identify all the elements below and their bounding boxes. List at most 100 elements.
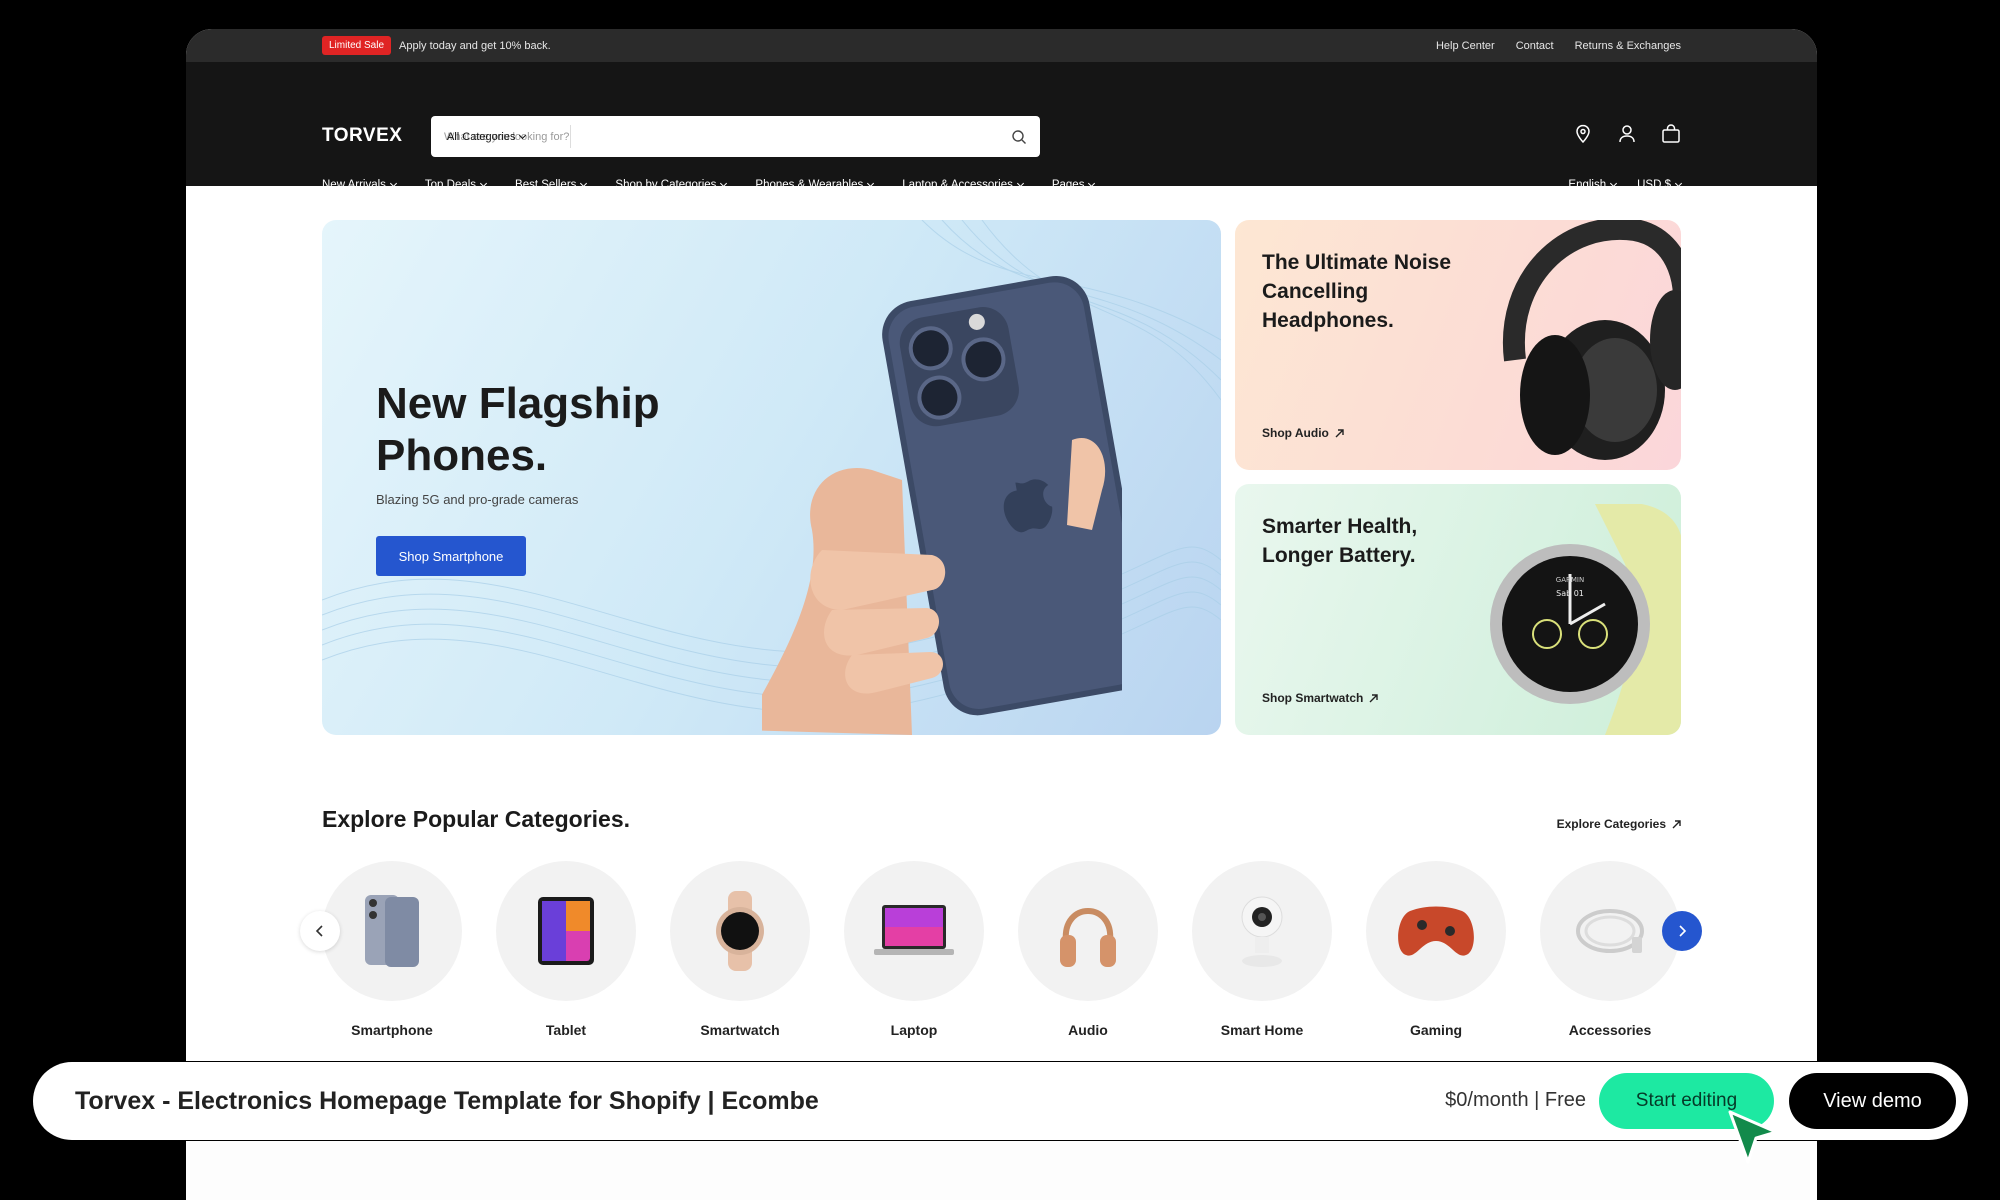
announcement-bar: Limited Sale Apply today and get 10% bac…	[186, 29, 1817, 62]
category-smart-home[interactable]: Smart Home	[1192, 861, 1332, 1038]
category-label: Smartwatch	[700, 1022, 780, 1038]
promo-title-line: Headphones.	[1262, 309, 1394, 332]
shop-audio-label: Shop Audio	[1262, 426, 1329, 440]
category-image	[1366, 861, 1506, 1001]
promo-smartwatch[interactable]: Smarter Health, Longer Battery. Shop Sma…	[1235, 484, 1681, 735]
shop-smartwatch-link[interactable]: Shop Smartwatch	[1262, 691, 1379, 705]
promo-title-line: Longer Battery.	[1262, 544, 1416, 567]
nav-label: Shop by Categories	[615, 179, 717, 191]
category-image	[322, 861, 462, 1001]
carousel-prev-button[interactable]	[300, 911, 340, 951]
category-label: Laptop	[890, 1022, 938, 1038]
cursor-pointer-icon	[1728, 1110, 1778, 1164]
hero-title-line1: New Flagship	[376, 379, 660, 428]
category-select-label: All Categories	[447, 130, 516, 143]
nav-label: Laptop & Accessories	[902, 179, 1013, 191]
category-image	[1018, 861, 1158, 1001]
hero-title: New Flagship Phones.	[376, 378, 660, 482]
nav-pages[interactable]: Pages	[1051, 179, 1096, 191]
chevron-down-icon	[1088, 179, 1096, 188]
hero-title-line2: Phones.	[376, 431, 548, 480]
category-laptop[interactable]: Laptop	[844, 861, 984, 1038]
chevron-left-icon	[315, 925, 323, 937]
category-tablet[interactable]: Tablet	[496, 861, 636, 1038]
category-label: Accessories	[1568, 1022, 1652, 1038]
promo-smartwatch-title: Smarter Health, Longer Battery.	[1262, 512, 1417, 570]
chevron-down-icon	[720, 179, 728, 188]
explore-categories-link[interactable]: Explore Categories	[1557, 817, 1681, 831]
nav-laptop-accessories[interactable]: Laptop & Accessories	[902, 179, 1024, 191]
category-image	[844, 861, 984, 1001]
category-select[interactable]: All Categories	[431, 125, 571, 148]
nav-new-arrivals[interactable]: New Arrivals	[322, 179, 397, 191]
help-center-link[interactable]: Help Center	[1436, 40, 1495, 52]
chevron-down-icon	[580, 179, 588, 188]
location-icon[interactable]	[1573, 124, 1593, 144]
category-smartphone[interactable]: Smartphone	[322, 861, 462, 1038]
page-continuation	[186, 1140, 1817, 1200]
nav-top-deals[interactable]: Top Deals	[424, 179, 488, 191]
phone-in-hand-image	[762, 276, 1122, 735]
category-label: Audio	[1068, 1022, 1108, 1038]
category-image	[1192, 861, 1332, 1001]
logo[interactable]: TORVEX	[322, 125, 402, 147]
chevron-down-icon	[867, 179, 875, 188]
chevron-right-icon	[1679, 925, 1687, 937]
category-smartwatch[interactable]: Smartwatch	[670, 861, 810, 1038]
bag-icon[interactable]	[1661, 124, 1681, 144]
sale-badge: Limited Sale	[322, 36, 392, 55]
chevron-down-icon	[1610, 179, 1618, 188]
search-icon[interactable]	[998, 129, 1040, 145]
category-label: Smartphone	[351, 1022, 433, 1038]
hero-banner[interactable]: New Flagship Phones. Blazing 5G and pro-…	[322, 220, 1221, 735]
contact-link[interactable]: Contact	[1516, 40, 1554, 52]
category-audio[interactable]: Audio	[1018, 861, 1158, 1038]
promo-title-line: Smarter Health,	[1262, 515, 1418, 538]
promo-title-line: The Ultimate Noise	[1262, 251, 1452, 274]
smartwatch-image: GARMIN Sab 01	[1490, 504, 1681, 735]
promo-headphones[interactable]: The Ultimate Noise Cancelling Headphones…	[1235, 220, 1681, 470]
returns-link[interactable]: Returns & Exchanges	[1575, 40, 1681, 52]
chevron-down-icon	[1674, 179, 1683, 188]
promo-headphones-title: The Ultimate Noise Cancelling Headphones…	[1262, 248, 1451, 335]
category-image	[496, 861, 636, 1001]
chevron-down-icon	[389, 179, 397, 188]
nav-best-sellers[interactable]: Best Sellers	[515, 179, 588, 191]
nav-phones-wearables[interactable]: Phones & Wearables	[755, 179, 875, 191]
language-select[interactable]: English	[1568, 179, 1618, 191]
search-bar[interactable]: All Categories What are you looking for?	[431, 116, 1040, 157]
template-title: Torvex - Electronics Homepage Template f…	[75, 1087, 819, 1115]
chevron-down-icon	[519, 131, 527, 139]
language-label: English	[1568, 179, 1607, 191]
headphones-image	[1502, 220, 1681, 460]
nav-label: New Arrivals	[322, 179, 386, 191]
arrow-up-right-icon	[1672, 819, 1681, 828]
main-nav: New Arrivals Top Deals Best Sellers Shop…	[322, 179, 1683, 191]
watch-brand: GARMIN	[1556, 576, 1584, 584]
view-demo-button[interactable]: View demo	[1789, 1073, 1956, 1129]
nav-shop-by-categories[interactable]: Shop by Categories	[615, 179, 728, 191]
browser-frame: Limited Sale Apply today and get 10% bac…	[186, 29, 1817, 1200]
category-image	[1540, 861, 1680, 1001]
template-info-bar: Torvex - Electronics Homepage Template f…	[33, 1062, 1968, 1140]
watch-date: Sab 01	[1556, 589, 1584, 598]
categories-title: Explore Popular Categories.	[322, 806, 631, 832]
user-icon[interactable]	[1617, 124, 1637, 144]
carousel-next-button[interactable]	[1662, 911, 1702, 951]
category-gaming[interactable]: Gaming	[1366, 861, 1506, 1038]
shop-audio-link[interactable]: Shop Audio	[1262, 426, 1344, 440]
nav-label: Top Deals	[424, 179, 477, 191]
nav-label: Pages	[1051, 179, 1085, 191]
currency-label: USD $	[1637, 179, 1671, 191]
arrow-up-right-icon	[1335, 428, 1344, 437]
category-label: Tablet	[545, 1022, 587, 1038]
shop-smartwatch-label: Shop Smartwatch	[1262, 691, 1364, 705]
currency-select[interactable]: USD $	[1637, 179, 1683, 191]
main-header: TORVEX All Categories What are you looki…	[186, 62, 1817, 191]
explore-categories-label: Explore Categories	[1556, 817, 1666, 831]
promo-title-line: Cancelling	[1262, 280, 1369, 303]
announcement-text: Apply today and get 10% back.	[399, 39, 551, 52]
category-accessories[interactable]: Accessories	[1540, 861, 1680, 1038]
template-price: $0/month | Free	[1445, 1089, 1586, 1111]
shop-smartphone-button[interactable]: Shop Smartphone	[376, 536, 526, 576]
